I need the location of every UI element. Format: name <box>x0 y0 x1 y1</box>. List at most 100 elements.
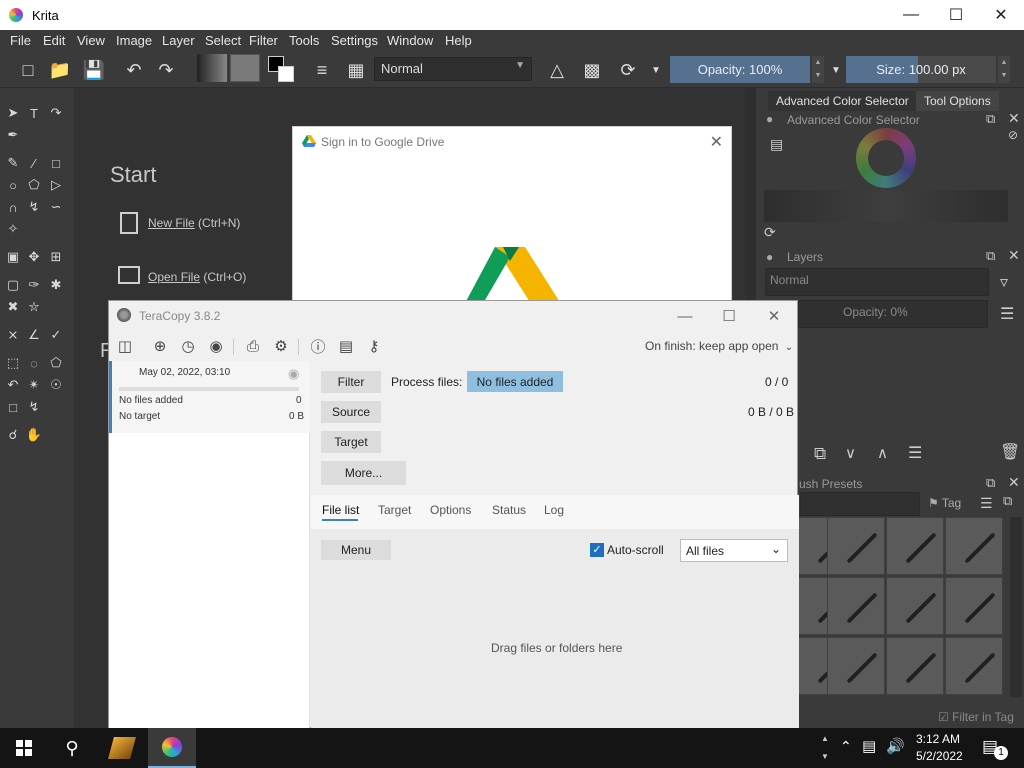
freehand-brush-icon[interactable]: ✎ <box>4 154 22 172</box>
layers-opacity-slider[interactable]: Opacity: 0% <box>798 300 988 328</box>
target-button[interactable]: Target <box>321 431 381 453</box>
menu-file[interactable]: File <box>10 33 31 48</box>
tab-advanced-color-selector[interactable]: Advanced Color Selector <box>768 91 917 111</box>
gradient-tool-icon[interactable]: ▢ <box>4 276 22 294</box>
move-up-icon[interactable]: ∧ <box>877 444 888 462</box>
layer-properties-icon[interactable]: ☰ <box>908 443 922 463</box>
brush-tag-select[interactable] <box>800 492 920 516</box>
tab-file-list[interactable]: File list <box>322 503 359 517</box>
minimize-button[interactable]: — <box>888 0 934 30</box>
maximize-button[interactable]: ☐ <box>707 305 751 327</box>
filter-button[interactable]: Filter <box>321 371 381 393</box>
reference-tool-icon[interactable]: ✓ <box>47 326 65 344</box>
size-spinner[interactable]: ▲ ▼ <box>998 56 1010 83</box>
menu-view[interactable]: View <box>77 33 105 48</box>
measure-tool-icon[interactable]: ∠ <box>25 326 43 344</box>
taskbar-scroll-icon[interactable]: ▲ ▼ <box>818 730 832 766</box>
reload-preset-icon[interactable]: ⟳ <box>616 58 640 82</box>
menu-hamburger-icon[interactable]: ☰ <box>1000 304 1014 324</box>
open-folder-icon[interactable]: 📁 <box>48 58 72 82</box>
dynamic-brush-icon[interactable]: ∽ <box>47 198 65 216</box>
close-docker-icon[interactable]: ✕ <box>1008 474 1020 491</box>
select-shapes-icon[interactable]: ➤ <box>4 104 22 122</box>
brush-settings-icon[interactable]: ≡ <box>310 58 334 82</box>
lock-icon[interactable]: ● <box>766 112 780 126</box>
add-job-icon[interactable]: ⊕ <box>151 337 169 355</box>
redo-icon[interactable]: ↷ <box>154 58 178 82</box>
opacity-slider[interactable]: Opacity: 100% <box>670 56 810 83</box>
opacity-spinner[interactable]: ▲ ▼ <box>812 56 824 83</box>
fill-tool-icon[interactable]: ⛦ <box>25 298 43 316</box>
brush-preset-tile[interactable] <box>827 577 885 635</box>
magnetic-select-icon[interactable]: ↯ <box>25 398 43 416</box>
alpha-lock-icon[interactable]: ▩ <box>580 58 604 82</box>
clock-date[interactable]: 5/2/2022 <box>916 749 963 763</box>
source-button[interactable]: Source <box>321 401 381 423</box>
move-down-icon[interactable]: ∨ <box>845 444 856 462</box>
delete-layer-icon[interactable]: 🗑 <box>1000 442 1020 462</box>
menu-window[interactable]: Window <box>387 33 433 48</box>
color-selector-settings-icon[interactable]: ▤ <box>770 136 783 153</box>
float-docker-icon[interactable]: ⧉ <box>986 111 995 127</box>
calligraphy-icon[interactable]: ✒ <box>4 126 22 144</box>
license-card-icon[interactable]: ▤ <box>337 337 355 355</box>
rect-select-icon[interactable]: ⬚ <box>4 354 22 372</box>
brush-scrollbar[interactable] <box>1010 517 1022 697</box>
clock-time[interactable]: 3:12 AM <box>916 732 960 746</box>
brush-presets-grid-icon[interactable]: ▦ <box>344 58 368 82</box>
fg-bg-color-icon[interactable] <box>268 56 296 84</box>
freehand-select-icon[interactable]: ↶ <box>4 376 22 394</box>
layers-blend-select[interactable]: Normal <box>765 268 989 296</box>
info-icon[interactable]: ⓘ <box>309 337 327 356</box>
color-history-strip[interactable] <box>764 190 1008 222</box>
menu-tools[interactable]: Tools <box>289 33 319 48</box>
brush-preset-tile[interactable] <box>886 517 944 575</box>
duplicate-layer-icon[interactable]: ⧉ <box>814 444 826 464</box>
menu-filter[interactable]: Filter <box>249 33 278 48</box>
bezier-tool-icon[interactable]: ∩ <box>4 198 22 216</box>
brush-preset-tile[interactable] <box>886 637 944 695</box>
brush-preset-tile[interactable] <box>945 637 1003 695</box>
files-filter-select[interactable]: All files ⌄ <box>680 539 788 562</box>
color-picker-icon[interactable]: ✑ <box>25 276 43 294</box>
tab-tool-options[interactable]: Tool Options <box>916 91 999 111</box>
close-icon[interactable]: ✕ <box>710 132 723 152</box>
smart-patch-icon[interactable]: ✱ <box>47 276 65 294</box>
refresh-icon[interactable]: ⟳ <box>764 224 776 241</box>
freehand-path-icon[interactable]: ↯ <box>25 198 43 216</box>
polygon-select-icon[interactable]: ⬠ <box>47 354 65 372</box>
key-icon[interactable]: ⚷ <box>365 337 383 355</box>
edit-shapes-icon[interactable]: ↷ <box>47 104 65 122</box>
gradient-preset-icon[interactable] <box>197 54 227 82</box>
similar-select-icon[interactable]: ☉ <box>47 376 65 394</box>
line-tool-icon[interactable]: ∕ <box>25 154 43 172</box>
polyline-tool-icon[interactable]: ▷ <box>47 176 65 194</box>
minimize-button[interactable]: — <box>663 305 707 327</box>
menu-help[interactable]: Help <box>445 33 472 48</box>
pattern-preset-icon[interactable] <box>230 54 260 82</box>
settings-circle-icon[interactable]: ⊘ <box>1008 128 1018 142</box>
tab-log[interactable]: Log <box>544 503 564 517</box>
menu-layer[interactable]: Layer <box>162 33 195 48</box>
pan-tool-icon[interactable]: ✋ <box>25 426 43 444</box>
crop-tool-icon[interactable]: ⊞ <box>47 248 65 266</box>
close-button[interactable]: ✕ <box>752 305 796 327</box>
close-docker-icon[interactable]: ✕ <box>1008 110 1020 127</box>
sidebar-toggle-icon[interactable]: ◫ <box>116 337 134 355</box>
autoscroll-checkbox[interactable]: ✓ <box>590 543 604 557</box>
process-files-select[interactable]: No files added <box>467 371 563 392</box>
new-document-icon[interactable]: □ <box>16 58 40 82</box>
search-icon[interactable]: ⚲ <box>48 728 96 768</box>
menu-edit[interactable]: Edit <box>43 33 65 48</box>
job-item[interactable]: May 02, 2022, 03:10 ◉ No files added 0 N… <box>109 361 310 433</box>
menu-button[interactable]: Menu <box>321 540 391 560</box>
stop-icon[interactable]: ◉ <box>288 366 299 382</box>
brush-preset-tile[interactable] <box>945 517 1003 575</box>
krita-taskbar-icon[interactable] <box>148 728 196 768</box>
undo-icon[interactable]: ↶ <box>122 58 146 82</box>
chevron-up-icon[interactable]: ⌃ <box>840 738 852 755</box>
on-finish-dropdown[interactable]: On finish: keep app open ⌄ <box>645 339 793 353</box>
volume-icon[interactable]: 🔊 <box>886 737 905 755</box>
close-docker-icon[interactable]: ✕ <box>1008 247 1020 264</box>
maximize-button[interactable]: ☐ <box>933 0 979 30</box>
